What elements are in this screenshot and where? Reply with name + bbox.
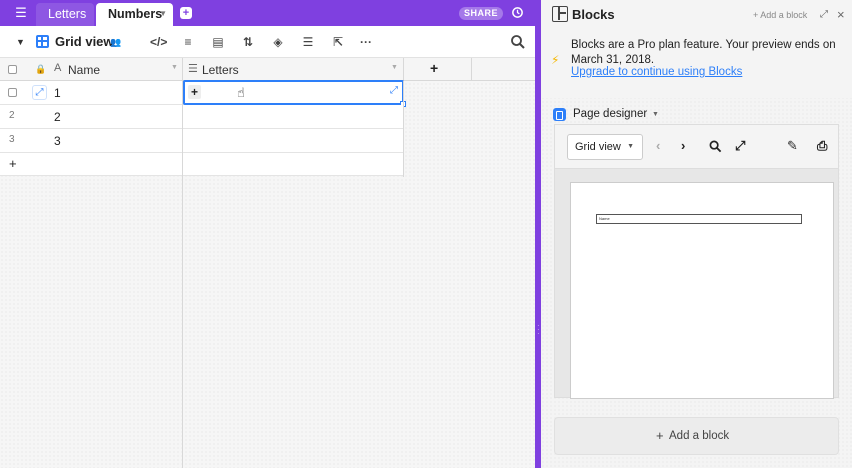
text-a-icon: A [54,62,62,74]
color-icon[interactable]: ◈ [270,34,286,50]
blocks-icon [552,6,568,22]
add-table-icon[interactable]: + [180,7,192,19]
hamburger-menu-icon[interactable]: ☰ [14,6,28,20]
blocks-panel: Blocks + Add a block ⤢ × ⚡ Blocks are a … [541,0,852,468]
table-row[interactable]: ⤢ 1 + ⤢ [0,80,406,107]
more-options-icon[interactable]: ··· [358,34,374,50]
add-item-icon[interactable]: + [188,85,201,99]
search-icon[interactable] [709,140,722,153]
table-row[interactable]: 2 2 [0,105,403,129]
sort-icon[interactable]: ⇅ [240,34,256,50]
chevron-down-icon[interactable]: ▼ [171,64,178,71]
column-divider [471,58,472,81]
share-view-icon[interactable]: ⇱ [330,34,346,50]
expand-icon[interactable]: ⤢ [820,9,828,20]
filter-icon[interactable]: ≡ [180,34,196,50]
plus-icon: + [656,428,664,443]
name-field-box[interactable]: Name [596,214,802,224]
collaborators-icon: 👥 [110,37,122,47]
cell-letters-active[interactable]: + ⤢ [183,80,406,107]
hand-cursor-icon: ☝ [237,85,245,100]
page-designer-icon [553,108,566,121]
field-label: Name [599,216,610,221]
row-height-icon[interactable]: ☰ [300,34,316,50]
page-canvas[interactable]: Name [570,182,834,399]
chevron-down-icon[interactable]: ▼ [652,111,659,118]
column-divider [403,81,404,177]
select-all-checkbox[interactable] [8,65,17,74]
lock-icon: 🔒 [35,64,47,74]
multiline-text-icon: ☰ [188,63,198,75]
edit-pencil-icon[interactable]: ✎ [787,139,798,153]
column-divider [403,58,404,81]
expand-record-icon[interactable]: ⤢ [32,85,47,100]
cell-name[interactable]: 3 [54,134,61,148]
history-icon[interactable] [511,6,524,19]
resize-handle-icon[interactable]: · · · [537,322,540,338]
next-record-icon[interactable]: › [681,139,685,153]
page-designer-frame: Grid view ▼ ‹ › ⤢ ✎ ⎙ Name [554,124,839,399]
view-name[interactable]: Grid view [55,34,114,49]
previous-record-icon[interactable]: ‹ [656,139,660,153]
hide-fields-icon[interactable]: </> [150,34,167,50]
blocks-header: Blocks + Add a block ⤢ × ⚡ Blocks are a … [541,0,852,98]
pro-plan-message: Blocks are a Pro plan feature. Your prev… [571,39,836,66]
top-bar: ☰ Letters Numbers ▼ + SHARE [0,0,538,26]
table-row[interactable]: 3 3 [0,129,403,153]
add-block-link[interactable]: + Add a block [753,10,807,20]
add-field-icon[interactable]: + [430,60,438,76]
search-icon[interactable] [510,34,526,50]
row-number: 2 [9,110,15,121]
cell-name[interactable]: 1 [54,86,61,100]
share-button[interactable]: SHARE [459,7,503,20]
plus-icon: + [9,156,17,171]
close-icon[interactable]: × [837,7,845,22]
tab-numbers-label: Numbers [108,7,163,21]
tab-numbers[interactable]: Numbers ▼ [96,3,173,26]
chevron-down-icon[interactable]: ▼ [159,3,167,25]
add-block-button[interactable]: + Add a block [554,417,839,455]
upgrade-link[interactable]: Upgrade to continue using Blocks [571,66,742,78]
grid-view-icon [36,35,49,48]
row-checkbox[interactable] [8,88,17,97]
column-header-name[interactable]: Name [68,63,100,77]
group-icon[interactable]: ▤ [210,34,226,50]
row-number: 3 [9,134,15,145]
blocks-title: Blocks [572,7,615,22]
column-header-letters[interactable]: Letters [202,63,239,77]
lightning-icon: ⚡ [551,53,560,67]
grid-area: 🔒 A Name ▼ ☰ Letters ▼ + ⤢ 1 + ⤢ 2 2 3 3… [0,58,538,468]
print-icon[interactable]: ⎙ [817,139,827,153]
grid-header: 🔒 A Name ▼ ☰ Letters ▼ + [0,58,538,81]
page-designer-toolbar: Grid view ▼ ‹ › ⤢ ✎ ⎙ [555,125,838,169]
expand-cell-icon[interactable]: ⤢ [390,85,398,96]
view-bar: ▼ Grid view 👥 </> ≡ ▤ ⇅ ◈ ☰ ⇱ ··· [0,26,538,58]
column-divider [182,81,183,177]
add-block-label: Add a block [669,430,730,442]
expand-icon[interactable]: ⤢ [735,139,745,153]
tab-letters[interactable]: Letters [36,3,94,26]
view-select-label: Grid view [575,141,621,153]
add-row-button[interactable]: + [0,153,403,176]
sidebar-toggle-icon[interactable]: ▼ [16,37,25,47]
chevron-down-icon: ▼ [627,143,634,150]
view-select[interactable]: Grid view ▼ [567,134,643,160]
chevron-down-icon[interactable]: ▼ [391,64,398,71]
page-designer-title[interactable]: Page designer [573,108,647,120]
cell-name[interactable]: 2 [54,110,61,124]
